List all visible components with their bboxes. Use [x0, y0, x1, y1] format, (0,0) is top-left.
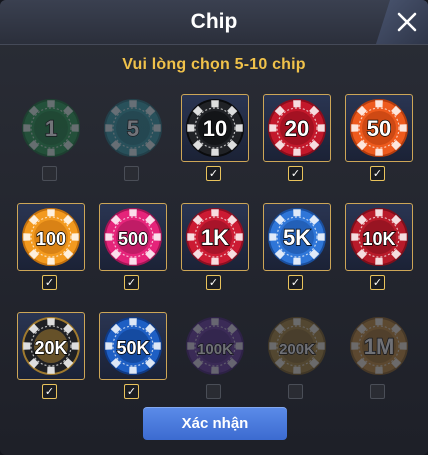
- confirm-button[interactable]: Xác nhận: [143, 407, 287, 440]
- chip-frame: 500: [99, 203, 167, 271]
- checkmark-icon: ✓: [126, 276, 137, 289]
- chip-option[interactable]: 1K ✓: [181, 203, 249, 291]
- chip-option[interactable]: 100 ✓: [17, 203, 85, 291]
- poker-chip-icon: 100: [22, 208, 80, 266]
- dialog-title: Chip: [190, 10, 238, 33]
- chip-frame: 100K: [181, 312, 249, 380]
- chip-frame: 50: [345, 94, 413, 162]
- chip-checkbox[interactable]: ✓: [370, 166, 385, 181]
- selection-instruction: Vui lòng chọn 5-10 chip: [122, 56, 306, 73]
- chip-value-label: 100: [36, 229, 66, 249]
- chip-checkbox[interactable]: ✓: [370, 275, 385, 290]
- dialog-titlebar: Chip: [0, 0, 428, 45]
- checkmark-icon: ✓: [208, 167, 219, 180]
- checkmark-icon: ✓: [44, 385, 55, 398]
- chip-option[interactable]: 10K ✓: [345, 203, 413, 291]
- chip-option: 1M: [345, 312, 413, 400]
- chip-frame: 200K: [263, 312, 331, 380]
- chip-checkbox[interactable]: ✓: [42, 275, 57, 290]
- poker-chip-icon: 5: [104, 99, 162, 157]
- poker-chip-icon: 100K: [186, 317, 244, 375]
- chip-checkbox[interactable]: ✓: [206, 166, 221, 181]
- poker-chip-icon: 5K: [268, 208, 326, 266]
- checkmark-icon: ✓: [208, 276, 219, 289]
- chip-value-label: 10K: [362, 229, 395, 249]
- chip-frame: 50K: [99, 312, 167, 380]
- checkmark-icon: ✓: [290, 167, 301, 180]
- chip-dialog: Chip Vui lòng chọn 5-10 chip 1 5 10 ✓ 20 ✓ 50 ✓…: [0, 0, 428, 455]
- chip-checkbox[interactable]: ✓: [206, 275, 221, 290]
- chip-checkbox[interactable]: ✓: [288, 275, 303, 290]
- chip-frame: 5: [99, 94, 167, 162]
- chip-value-label: 200K: [279, 341, 315, 358]
- poker-chip-icon: 20: [268, 99, 326, 157]
- checkmark-icon: ✓: [372, 276, 383, 289]
- chip-value-label: 1: [45, 116, 57, 141]
- chip-frame: 20K: [17, 312, 85, 380]
- chip-checkbox[interactable]: ✓: [124, 384, 139, 399]
- chip-option: 200K: [263, 312, 331, 400]
- chip-checkbox: [288, 384, 303, 399]
- poker-chip-icon: 1M: [350, 317, 408, 375]
- chip-option: 1: [17, 94, 85, 182]
- chip-value-label: 1M: [364, 334, 395, 359]
- poker-chip-icon: 10: [186, 99, 244, 157]
- chip-checkbox[interactable]: ✓: [124, 275, 139, 290]
- chip-checkbox: [124, 166, 139, 181]
- chip-checkbox: [206, 384, 221, 399]
- chip-frame: 1K: [181, 203, 249, 271]
- poker-chip-icon: 200K: [268, 317, 326, 375]
- poker-chip-icon: 10K: [350, 208, 408, 266]
- chip-checkbox[interactable]: ✓: [42, 384, 57, 399]
- poker-chip-icon: 500: [104, 208, 162, 266]
- chip-checkbox[interactable]: ✓: [288, 166, 303, 181]
- chip-checkbox: [370, 384, 385, 399]
- chip-option[interactable]: 5K ✓: [263, 203, 331, 291]
- chip-option[interactable]: 20 ✓: [263, 94, 331, 182]
- poker-chip-icon: 50K: [104, 317, 162, 375]
- checkmark-icon: ✓: [126, 385, 137, 398]
- poker-chip-icon: 50: [350, 99, 408, 157]
- chip-value-label: 20: [285, 116, 309, 141]
- checkmark-icon: ✓: [44, 276, 55, 289]
- poker-chip-icon: 1: [22, 99, 80, 157]
- chip-value-label: 5: [127, 116, 139, 141]
- chip-frame: 5K: [263, 203, 331, 271]
- chip-value-label: 5K: [283, 225, 311, 250]
- close-icon: [397, 12, 417, 32]
- chip-frame: 10K: [345, 203, 413, 271]
- chip-option[interactable]: 20K ✓: [17, 312, 85, 400]
- chip-frame: 1M: [345, 312, 413, 380]
- chip-value-label: 500: [118, 229, 148, 249]
- checkmark-icon: ✓: [372, 167, 383, 180]
- checkmark-icon: ✓: [290, 276, 301, 289]
- chip-checkbox: [42, 166, 57, 181]
- chip-option[interactable]: 50 ✓: [345, 94, 413, 182]
- chip-option[interactable]: 10 ✓: [181, 94, 249, 182]
- chip-frame: 100: [17, 203, 85, 271]
- chip-option[interactable]: 50K ✓: [99, 312, 167, 400]
- chip-option[interactable]: 500 ✓: [99, 203, 167, 291]
- chip-frame: 10: [181, 94, 249, 162]
- chip-option: 5: [99, 94, 167, 182]
- chip-value-label: 10: [203, 116, 227, 141]
- chip-frame: 20: [263, 94, 331, 162]
- chip-value-label: 100K: [197, 341, 233, 358]
- chip-value-label: 20K: [34, 338, 67, 358]
- chip-frame: 1: [17, 94, 85, 162]
- poker-chip-icon: 20K: [22, 317, 80, 375]
- chip-value-label: 50: [367, 116, 391, 141]
- poker-chip-icon: 1K: [186, 208, 244, 266]
- chip-option: 100K: [181, 312, 249, 400]
- chip-value-label: 50K: [116, 338, 149, 358]
- chip-value-label: 1K: [201, 225, 229, 250]
